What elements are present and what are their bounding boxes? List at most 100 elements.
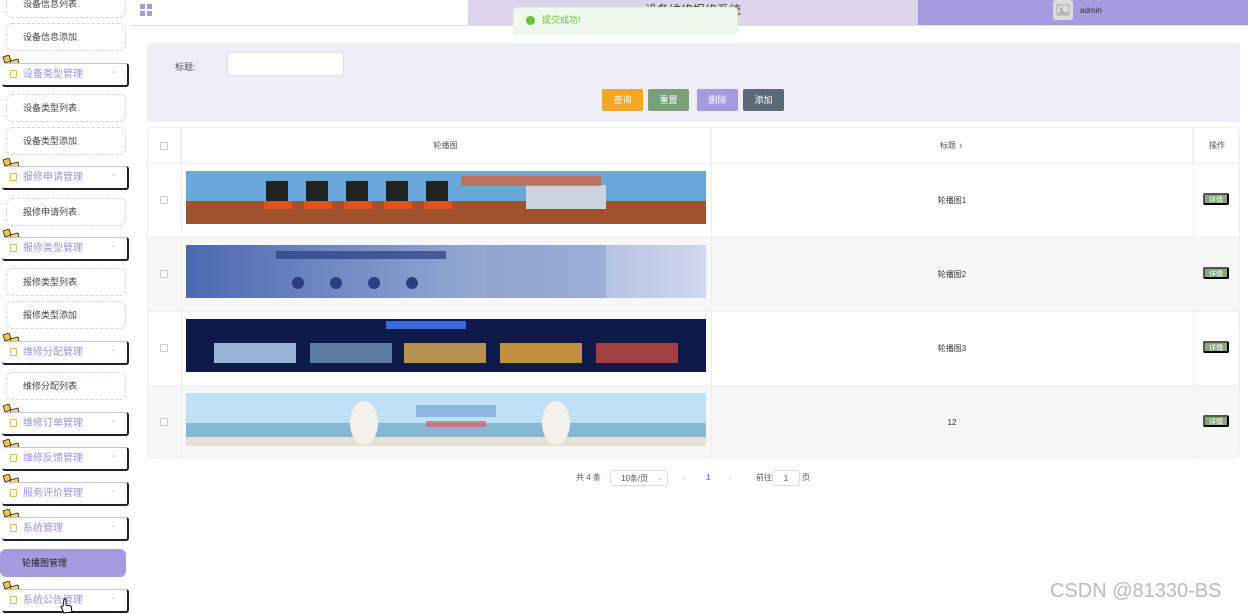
row-checkbox[interactable] xyxy=(160,270,168,278)
chevron-down-icon: ⌄ xyxy=(657,476,663,482)
sidebar-group-label: 设备类型管理 xyxy=(23,69,83,80)
banner-thumbnail-2 xyxy=(186,245,706,298)
sidebar: 设备信息列表设备信息添加设备类型管理 ⌃ 设备类型列表 设备类型添加报修申请管理 ⌃ 报修… xyxy=(0,0,130,614)
select-all-checkbox[interactable] xyxy=(160,141,168,150)
chevron-up-icon: ⌃ xyxy=(110,173,117,182)
success-check-icon xyxy=(526,16,535,25)
header-checkbox-cell xyxy=(148,128,181,163)
delete-button[interactable]: 删除 xyxy=(697,89,738,111)
sidebar-item-3[interactable]: 设备类型列表 xyxy=(6,94,126,122)
user-area[interactable]: admin xyxy=(918,0,1248,25)
sidebar-group-7[interactable]: 报修类型管理 ⌃ xyxy=(2,237,129,261)
menu-square-icon xyxy=(10,489,17,497)
sort-caret-icon[interactable]: ⬍ xyxy=(958,144,963,150)
detail-button[interactable]: 详情 xyxy=(1203,341,1229,353)
hand-cursor-icon xyxy=(60,598,73,614)
banner-image xyxy=(186,393,706,446)
banner-image xyxy=(186,319,706,372)
menu-square-icon xyxy=(10,596,17,604)
menu-square-icon xyxy=(10,70,17,78)
sidebar-group-5[interactable]: 报修申请管理 ⌃ xyxy=(2,166,129,190)
column-divider xyxy=(711,128,712,457)
success-toast: 提交成功! xyxy=(513,7,738,34)
menu-square-icon xyxy=(10,173,17,181)
add-button[interactable]: 添加 xyxy=(743,89,784,111)
sidebar-item-6[interactable]: 报修申请列表 xyxy=(6,198,126,226)
title-filter-label: 标题: xyxy=(175,62,196,72)
username: admin xyxy=(1080,6,1102,15)
goto-label: 前往 xyxy=(756,473,772,482)
page-size-select[interactable]: 10条/页 ⌄ xyxy=(610,470,668,486)
column-header-image: 轮播图 xyxy=(181,128,711,163)
page-suffix: 页 xyxy=(802,473,810,482)
column-divider xyxy=(1193,128,1194,457)
sidebar-group-15[interactable]: 系统管理 ⌃ xyxy=(2,517,129,541)
row-checkbox[interactable] xyxy=(160,196,168,204)
prev-page-icon[interactable]: ‹ xyxy=(683,470,686,486)
sidebar-group-label: 服务评价管理 xyxy=(23,488,83,499)
total-count: 共 4 条 xyxy=(576,473,601,482)
avatar-icon[interactable] xyxy=(1053,0,1073,20)
banner-thumbnail-4 xyxy=(186,393,706,446)
sidebar-group-label: 维修订单管理 xyxy=(23,418,83,429)
chevron-up-icon: ⌃ xyxy=(110,244,117,253)
search-panel: 标题: 查询 重置 删除 添加 xyxy=(147,43,1240,122)
sidebar-group-13[interactable]: 维修反馈管理 ⌃ xyxy=(2,447,129,471)
sidebar-group-10[interactable]: 维修分配管理 ⌃ xyxy=(2,341,129,365)
title-search-input[interactable] xyxy=(227,52,344,76)
sidebar-item-active[interactable]: 轮播图管理 xyxy=(0,549,126,577)
row-checkbox[interactable] xyxy=(160,344,168,352)
query-button[interactable]: 查询 xyxy=(602,89,643,111)
banner-image xyxy=(186,171,706,224)
column-header-title-label: 标题 xyxy=(939,141,956,150)
row-title: 轮播图3 xyxy=(937,344,967,353)
chevron-up-icon: ⌃ xyxy=(110,70,117,79)
page-size-value: 10条/页 xyxy=(621,474,649,483)
menu-square-icon xyxy=(10,524,17,532)
menu-square-icon xyxy=(10,419,17,427)
chevron-up-icon: ⌃ xyxy=(110,348,117,357)
sidebar-group-label: 维修反馈管理 xyxy=(23,453,83,464)
column-header-title[interactable]: 标题 ⬍ xyxy=(711,128,1193,163)
column-divider xyxy=(181,128,182,457)
grid-menu-icon[interactable] xyxy=(140,4,152,16)
next-page-icon[interactable]: › xyxy=(729,470,732,486)
sidebar-group-label: 维修分配管理 xyxy=(23,347,83,358)
toast-message: 提交成功! xyxy=(542,15,581,25)
detail-button[interactable]: 详情 xyxy=(1203,267,1229,279)
menu-square-icon xyxy=(10,244,17,252)
reset-button[interactable]: 重置 xyxy=(648,89,689,111)
table-row: 12 详情 xyxy=(148,385,1239,457)
sidebar-item-11[interactable]: 维修分配列表 xyxy=(6,372,126,400)
row-checkbox[interactable] xyxy=(160,418,168,426)
banner-thumbnail-1 xyxy=(186,171,706,224)
sidebar-item-4[interactable]: 设备类型添加 xyxy=(6,127,126,155)
goto-page-input[interactable]: 1 xyxy=(772,470,800,486)
sidebar-group-label: 系统公告管理 xyxy=(23,595,83,606)
chevron-up-icon: ⌃ xyxy=(110,524,117,533)
chevron-up-icon: ⌃ xyxy=(110,596,117,605)
menu-square-icon xyxy=(10,348,17,356)
csdn-watermark: CSDN @81330-BS xyxy=(1050,580,1222,602)
row-title: 12 xyxy=(947,418,957,427)
chevron-up-icon: ⌃ xyxy=(110,454,117,463)
sidebar-item-0[interactable]: 设备信息列表 xyxy=(6,0,126,18)
banner-thumbnail-3 xyxy=(186,319,706,372)
row-title: 轮播图1 xyxy=(937,196,967,205)
chevron-up-icon: ⌃ xyxy=(110,489,117,498)
page-number[interactable]: 1 xyxy=(706,470,710,486)
sidebar-group-2[interactable]: 设备类型管理 ⌃ xyxy=(2,63,129,87)
menu-square-icon xyxy=(10,454,17,462)
banner-image xyxy=(186,245,706,298)
sidebar-item-1[interactable]: 设备信息添加 xyxy=(6,23,126,51)
sidebar-group-label: 报修类型管理 xyxy=(23,243,83,254)
detail-button[interactable]: 详情 xyxy=(1203,193,1229,205)
column-header-action: 操作 xyxy=(1209,141,1225,150)
sidebar-group-12[interactable]: 维修订单管理 ⌃ xyxy=(2,412,129,436)
sidebar-item-8[interactable]: 报修类型列表 xyxy=(6,268,126,296)
detail-button[interactable]: 详情 xyxy=(1203,415,1229,427)
sidebar-item-9[interactable]: 报修类型添加 xyxy=(6,301,126,329)
sidebar-group-14[interactable]: 服务评价管理 ⌃ xyxy=(2,482,129,506)
table-row: 轮播图2 详情 xyxy=(148,237,1239,311)
banner-table: 轮播图 标题 ⬍ 操作 轮播图1 详情 轮播图2 详情 轮播图3 详情 12 详情 xyxy=(147,127,1240,458)
